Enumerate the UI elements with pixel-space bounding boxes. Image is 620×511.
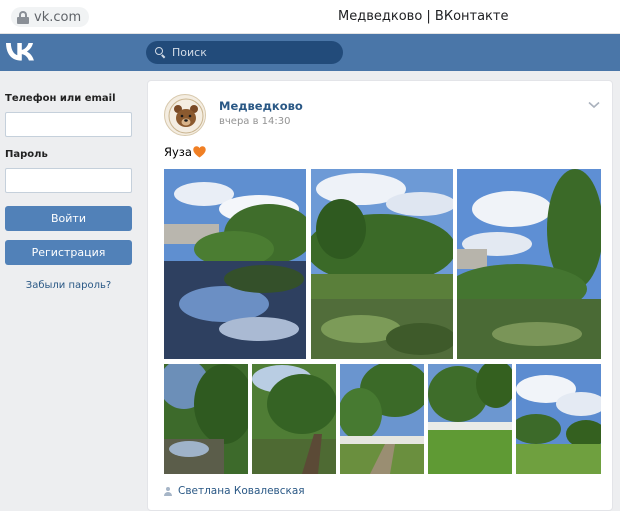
photo-8[interactable] [516,364,601,474]
password-field[interactable] [5,168,132,193]
photo-green-lawn [428,364,512,474]
phone-label: Телефон или email [5,93,116,104]
register-button[interactable]: Регистрация [5,240,132,265]
orange-heart-icon [193,146,206,158]
photo-7[interactable] [428,364,512,474]
avatar[interactable] [164,94,206,136]
phone-email-field[interactable] [5,112,132,137]
site-header [0,34,620,71]
photo-forest-path [252,364,336,474]
search-box[interactable] [146,41,343,64]
login-panel: Телефон или email Пароль Войти Регистрац… [0,71,140,511]
search-icon [155,47,166,59]
url-text: vk.com [34,9,82,25]
photo-meadow-clouds [516,364,601,474]
photo-park-fence [340,364,424,474]
photo-river-trees [311,169,453,359]
chevron-down-icon[interactable] [588,101,600,109]
search-input[interactable] [172,46,332,59]
vk-logo-icon[interactable] [6,43,34,61]
photo-3[interactable] [457,169,601,359]
photo-5[interactable] [252,364,336,474]
password-label: Пароль [5,149,48,160]
signature-name[interactable]: Светлана Ковалевская [178,485,305,497]
login-button[interactable]: Войти [5,206,132,231]
bear-logo-icon [166,96,205,135]
page-title: Медведково | ВКонтакте [338,9,509,24]
photo-river-reflection [164,169,306,359]
lock-icon [17,10,29,24]
browser-toolbar: vk.com Медведково | ВКонтакте [0,0,620,34]
post-text: Яуза [164,145,206,159]
post-signature[interactable]: Светлана Ковалевская [164,485,305,497]
photo-4[interactable] [164,364,248,474]
photo-2[interactable] [311,169,453,359]
wall-post: Медведково вчера в 14:30 Яуза Светлана К… [147,80,613,511]
forgot-password-link[interactable]: Забыли пароль? [5,280,132,291]
post-text-label: Яуза [164,145,192,159]
photo-river-clouds [457,169,601,359]
photo-1[interactable] [164,169,306,359]
post-date[interactable]: вчера в 14:30 [219,116,291,127]
photo-forest-pond [164,364,248,474]
post-author[interactable]: Медведково [219,99,303,113]
address-bar[interactable]: vk.com [11,7,89,27]
photo-6[interactable] [340,364,424,474]
person-icon [164,486,172,496]
